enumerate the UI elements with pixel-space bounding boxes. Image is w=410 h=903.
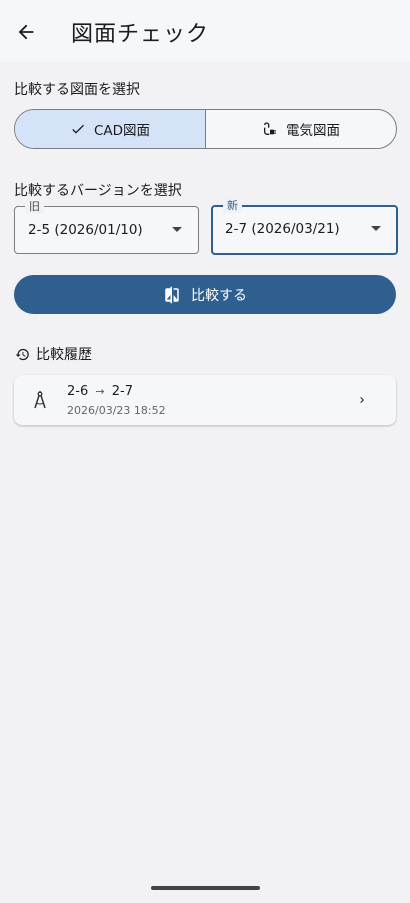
app-bar: 図面チェック	[0, 0, 410, 62]
dropdown-arrow-icon	[371, 226, 381, 231]
compare-button[interactable]: 比較する	[14, 275, 396, 314]
old-version-select[interactable]: 旧 2-5 (2026/01/10)	[14, 198, 199, 254]
history-header: 比較履歴	[15, 344, 92, 364]
segment-cad-drawing[interactable]: CAD図面	[15, 110, 206, 148]
segment-cad-label: CAD図面	[93, 123, 151, 139]
segment-electrical-drawing[interactable]: 電気図面	[206, 110, 396, 148]
check-icon	[72, 124, 84, 134]
compare-icon	[165, 286, 179, 303]
version-section-label: 比較するバージョンを選択	[14, 183, 182, 199]
history-icon	[15, 348, 29, 360]
dropdown-arrow-icon	[172, 227, 182, 232]
history-versions: 2-6 → 2-7	[67, 384, 133, 399]
back-button[interactable]	[13, 19, 39, 45]
drafting-compass-icon	[34, 391, 46, 409]
chevron-right-icon	[360, 397, 364, 403]
drawing-type-segmented-control: CAD図面 電気図面	[14, 109, 397, 149]
compare-button-label: 比較する	[191, 287, 247, 304]
electrical-plug-icon	[264, 122, 276, 135]
history-list-item[interactable]: 2-6 → 2-7 2026/03/23 18:52	[14, 375, 396, 425]
history-date: 2026/03/23 18:52	[67, 404, 166, 417]
home-indicator[interactable]	[151, 886, 260, 890]
history-title: 比較履歴	[36, 347, 92, 363]
drawing-section-label: 比較する図面を選択	[14, 82, 140, 98]
history-arrow: →	[95, 385, 105, 398]
new-version-label: 新	[223, 197, 242, 213]
history-from-version: 2-6	[67, 384, 89, 399]
new-version-select[interactable]: 新 2-7 (2026/03/21)	[211, 197, 398, 255]
page-title: 図面チェック	[71, 22, 210, 47]
old-version-label: 旧	[25, 198, 44, 214]
new-version-value: 2-7 (2026/03/21)	[225, 221, 340, 237]
segment-electrical-label: 電気図面	[286, 123, 340, 139]
history-to-version: 2-7	[111, 384, 133, 399]
arrow-back-icon	[18, 24, 34, 40]
old-version-value: 2-5 (2026/01/10)	[28, 222, 143, 238]
